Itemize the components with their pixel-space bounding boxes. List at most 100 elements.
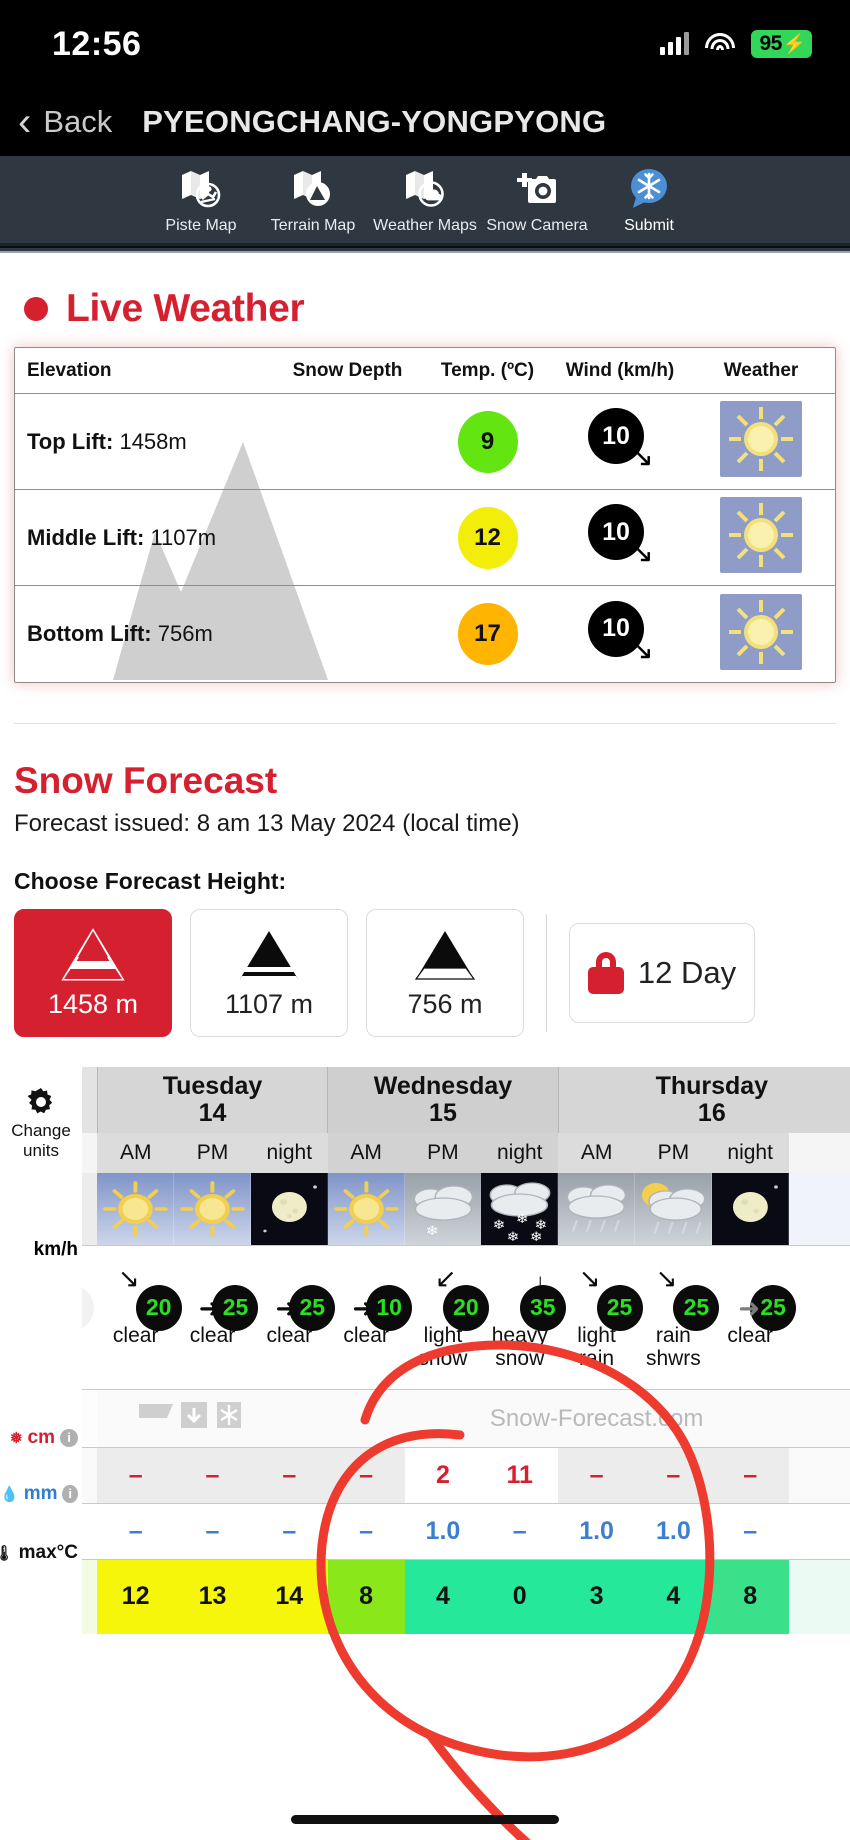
forecast-rain-row: – – – – – 1.0 – 1.0 1.0 – (82, 1503, 850, 1560)
tab-weather-maps-label: Weather Maps (373, 216, 477, 234)
rain-thu-night: – (711, 1503, 789, 1560)
col-elevation: Elevation (27, 359, 112, 381)
height-button-1458[interactable]: 1458 m (14, 909, 172, 1037)
rain-tue-am: – (97, 1503, 175, 1560)
height-button-756[interactable]: 756 m (366, 909, 524, 1037)
wind-tue-pm: 25 ➜ (174, 1245, 259, 1331)
tab-snow-camera[interactable]: Snow Camera (481, 165, 593, 235)
cond-partial: clear (82, 1324, 97, 1390)
selector-divider (546, 914, 547, 1032)
day-date: 14 (198, 1099, 227, 1127)
snow-tue-night: – (250, 1447, 328, 1504)
cond-tue-am: clear (112, 1323, 159, 1347)
map-skier-icon (178, 165, 224, 211)
forecast-snow-row: – – – – – 2 11 – – – (82, 1447, 850, 1504)
snow-tue-am: – (97, 1447, 175, 1504)
resort-toolbar: Piste Map Terrain Map Weather Maps Snow … (0, 156, 850, 246)
twelve-day-button[interactable]: 12 Day (569, 923, 755, 1023)
twelve-day-label: 12 Day (637, 955, 737, 990)
rain-tue-night: – (250, 1503, 328, 1560)
period-partial: night (82, 1133, 98, 1173)
temp-tue-am: 12 (97, 1559, 175, 1634)
snow-unit-label: cm (27, 1426, 55, 1448)
info-icon[interactable]: i (60, 1428, 78, 1447)
day-name: Tuesday (162, 1071, 263, 1100)
battery-indicator: 95 ⚡ (751, 30, 812, 58)
period-thu-night: night (711, 1133, 789, 1173)
forecast-scroll-area[interactable]: Tuesday 14 Wednesday 15 Thursday 16 nigh… (82, 1067, 850, 1634)
snow-thu-pm: – (634, 1447, 712, 1504)
snow-tue-pm: – (174, 1447, 251, 1504)
period-thu-pm: PM (634, 1133, 712, 1173)
snowflake-icon: ❅ (9, 1429, 23, 1447)
cond-thu-night: clear (727, 1323, 773, 1347)
row-elevation-bottom: Bottom Lift: 756m (15, 621, 270, 647)
info-icon[interactable]: i (62, 1484, 78, 1503)
rain-thu-pm: 1.0 (634, 1503, 712, 1560)
add-camera-icon (514, 165, 560, 211)
forecast-temp-row: 2 12 13 14 8 4 0 3 4 8 (82, 1559, 850, 1634)
thermometer-icon: 🌡 (0, 1544, 14, 1562)
height-label: 1458 m (47, 988, 139, 1019)
choose-height-label: Choose Forecast Height: (14, 868, 287, 894)
rain-unit-label: mm (23, 1482, 58, 1504)
tab-piste-map[interactable]: Piste Map (145, 165, 257, 235)
height-button-1107[interactable]: 1107 m (190, 909, 348, 1037)
row-elevation-top: Top Lift: 1458m (15, 429, 270, 455)
temp-wed-am: 8 (327, 1559, 405, 1634)
battery-percent: 95 (759, 32, 782, 55)
tab-submit[interactable]: Submit (593, 165, 705, 235)
live-weather-header: Live Weather (24, 287, 836, 331)
wx-wed-night: ❄ ❄ ❄ ❄ ❄ (481, 1173, 559, 1246)
wind-partial: ➜ (82, 1245, 98, 1331)
change-units-button[interactable]: Change units (0, 1085, 82, 1162)
wind-tue-night: 25 ➜ (250, 1245, 336, 1331)
tab-terrain-map[interactable]: Terrain Map (257, 165, 369, 235)
forecast-table-wrap: Change units km/h ❅ cm i 💧 mm i 🌡 max°C (0, 1067, 850, 1634)
day-name: Wednesday (373, 1071, 513, 1100)
wind-direction-arrow-icon: ↘ (628, 632, 654, 666)
temp-wed-night: 0 (481, 1559, 559, 1634)
rain-partial: – (82, 1503, 98, 1560)
table-row: Top Lift: 1458m 9 10 ↘ (15, 394, 835, 490)
section-divider (14, 723, 836, 724)
wind-unit-label: km/h (33, 1238, 78, 1260)
col-weather: Weather (723, 359, 799, 381)
rain-wed-night: – (481, 1503, 559, 1560)
label-rain: 💧 mm i (0, 1466, 82, 1522)
status-dot (24, 297, 48, 321)
row-weather (690, 401, 832, 482)
day-header-thursday[interactable]: Thursday 16 (557, 1067, 850, 1133)
back-button[interactable]: ‹ Back (18, 102, 112, 142)
day-header-tuesday[interactable]: Tuesday 14 (96, 1067, 329, 1133)
row-wind: 10 ↘ (550, 504, 690, 571)
row-temp: 17 (425, 603, 550, 665)
wx-tue-night (250, 1173, 328, 1246)
wx-thu-night (711, 1173, 789, 1246)
day-header-wednesday[interactable]: Wednesday 15 (327, 1067, 559, 1133)
tab-weather-maps[interactable]: Weather Maps (369, 165, 481, 235)
wind-wed-am: 10 ➜ (327, 1245, 413, 1331)
wx-tue-am (97, 1173, 175, 1246)
tab-terrain-map-label: Terrain Map (270, 216, 356, 234)
wind-thu-pm: 25 ↘ (634, 1245, 720, 1331)
rain-wed-pm: 1.0 (404, 1503, 482, 1560)
wind-wed-night: 35 ↓ (481, 1245, 566, 1331)
wind-direction-arrow-icon: ↘ (628, 536, 654, 569)
day-name: Thursday (655, 1071, 769, 1100)
wx-wed-pm: ❄ (404, 1173, 482, 1246)
mountain-mid-icon (240, 930, 298, 979)
wind-direction-arrow-icon: ↘ (628, 440, 654, 473)
status-time: 12:56 (52, 24, 142, 63)
label-temp: 🌡 max°C (0, 1522, 82, 1584)
height-label: 756 m (407, 988, 483, 1019)
forecast-table: Tuesday 14 Wednesday 15 Thursday 16 nigh… (82, 1067, 850, 1634)
forecast-wind-row: ➜ 20↘ 25➜ 25➜ 10➜ 20↙ 35↓ 25↘ 25↘ 25➜ (82, 1245, 850, 1331)
expand-cell[interactable] (82, 1067, 98, 1133)
cond-thu-pm: rain shwrs (645, 1323, 701, 1371)
svg-text:❄: ❄ (425, 1223, 438, 1238)
row-temp: 12 (425, 506, 550, 569)
snow-report-icons (138, 1402, 241, 1428)
temp-tue-night: 14 (250, 1559, 328, 1634)
row-elevation-value: 1458m (119, 428, 187, 454)
